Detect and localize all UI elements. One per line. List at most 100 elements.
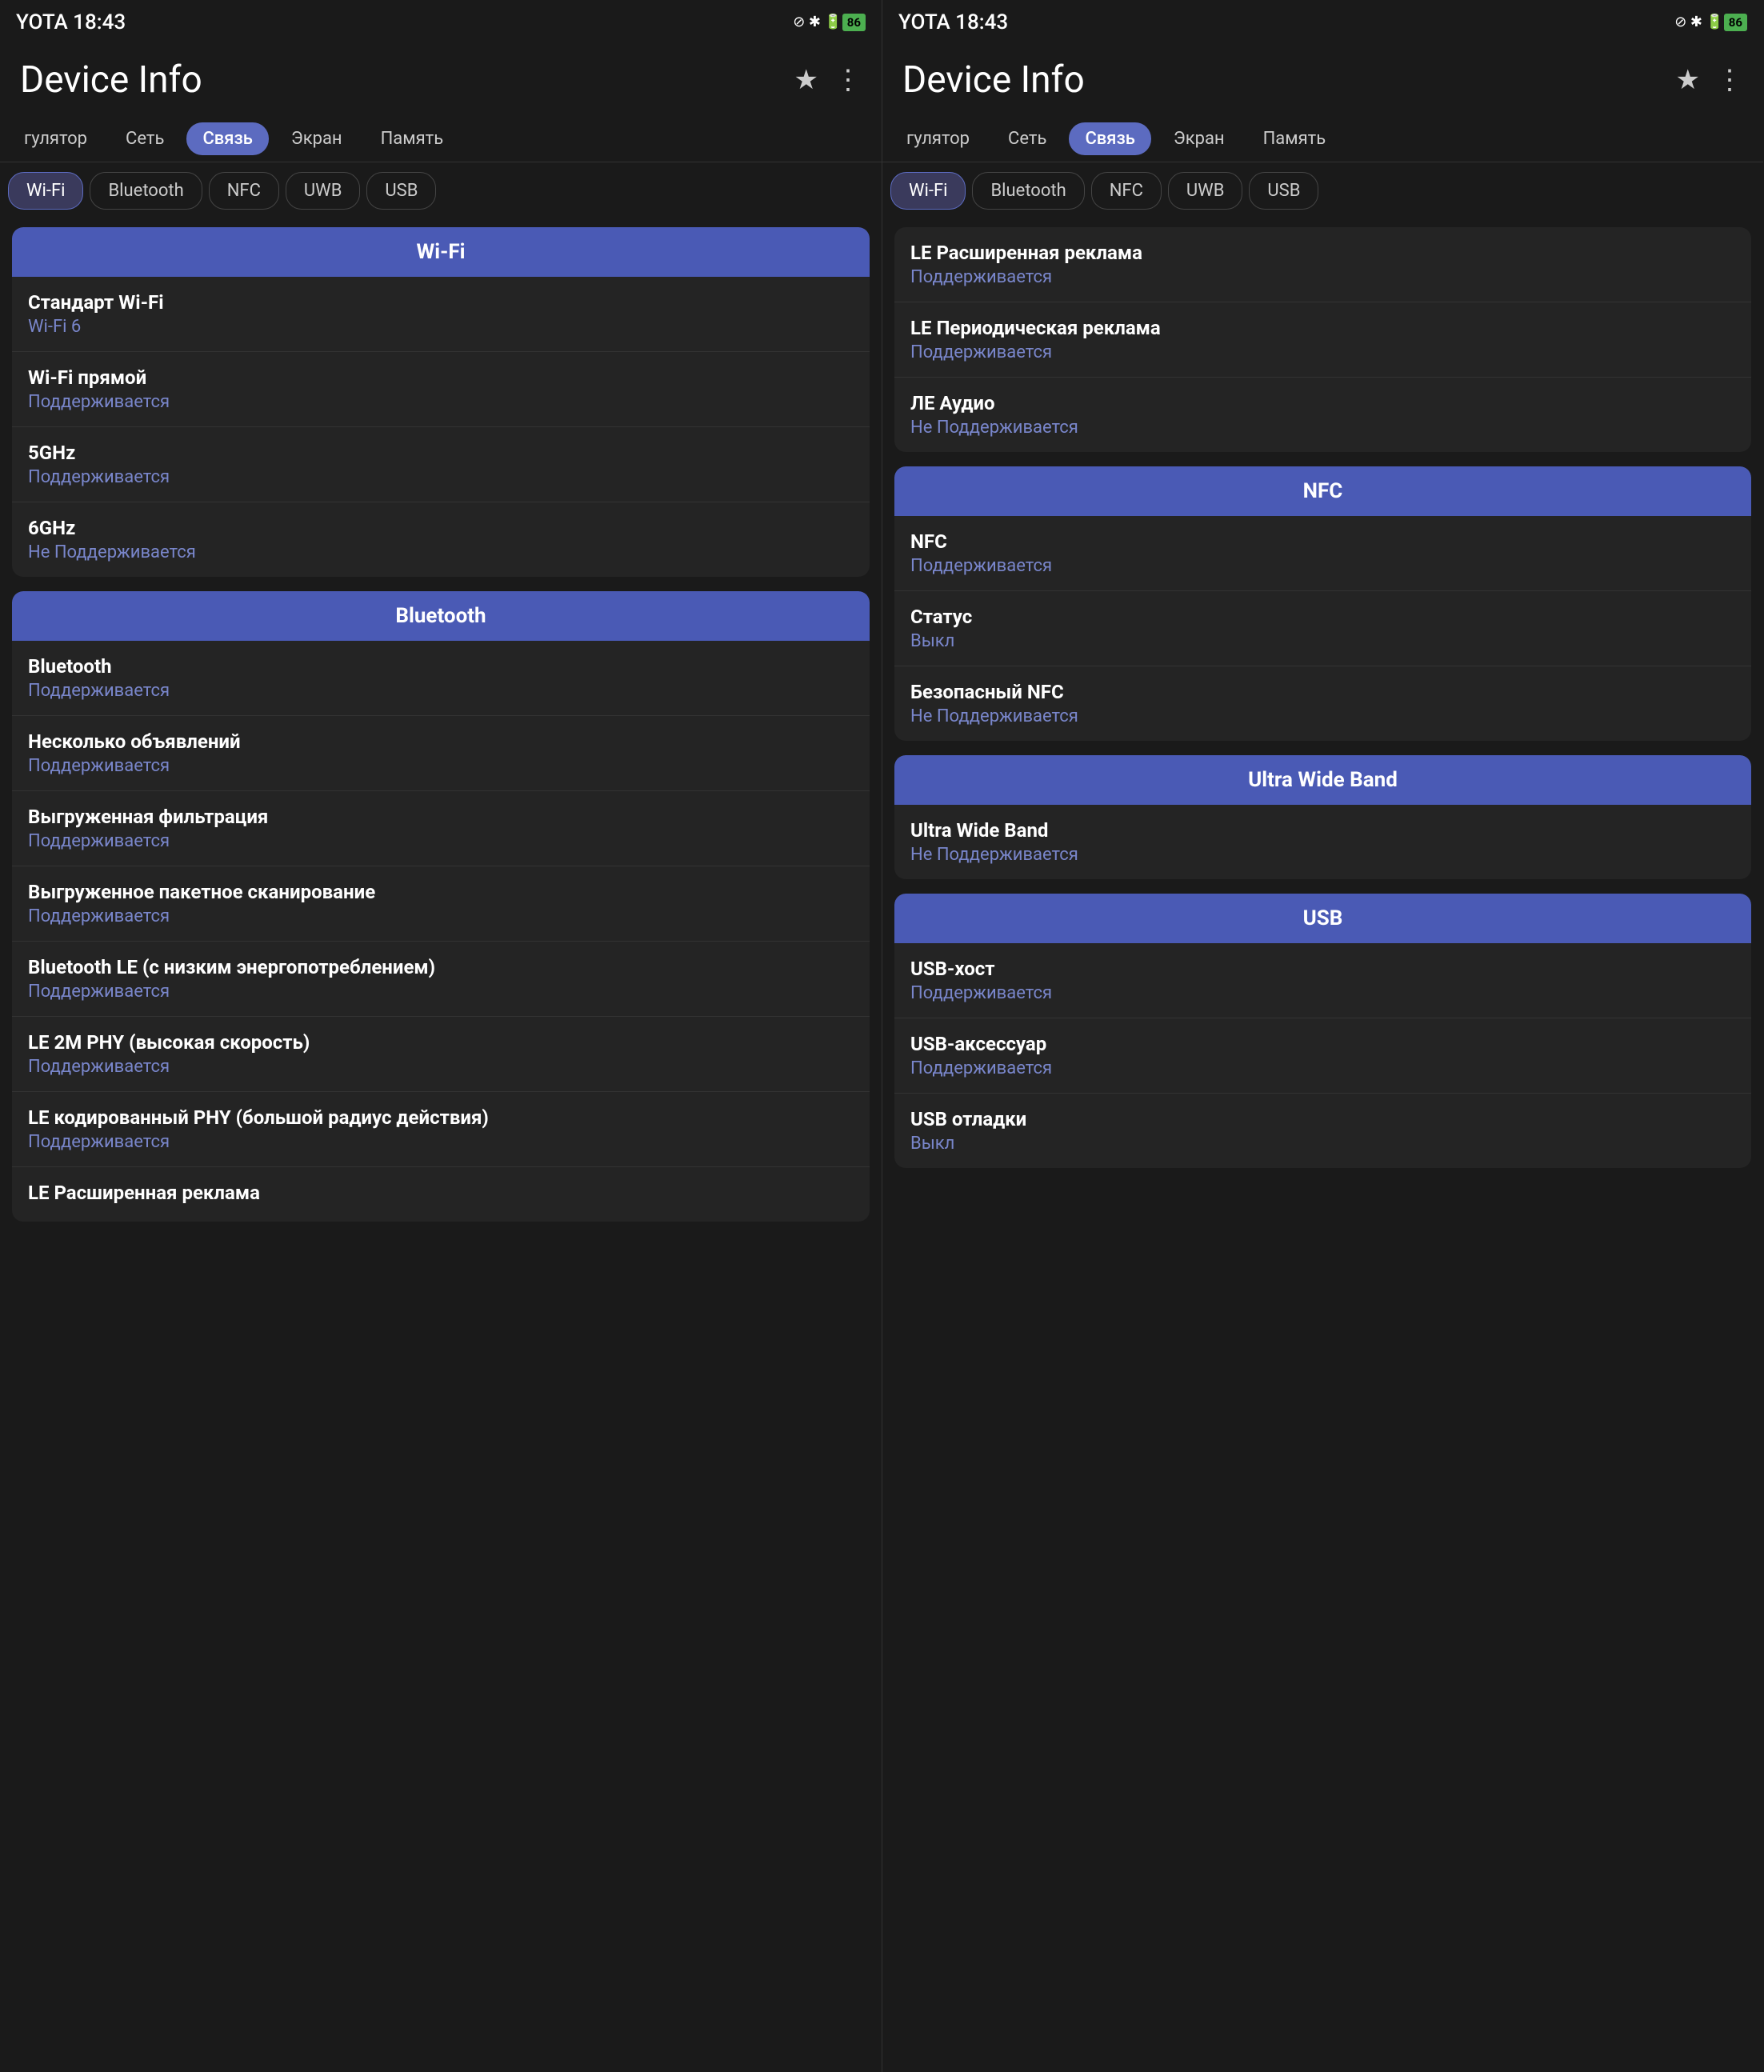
wifi-direct-value: Поддерживается — [28, 392, 854, 412]
tab-gulator-left[interactable]: гулятор — [8, 122, 103, 155]
usb-debug-value: Выкл — [910, 1134, 1735, 1154]
wifi-section-header-left: Wi-Fi — [12, 227, 870, 277]
app-title-right: Device Info — [902, 58, 1085, 102]
bt-multi-adv-label: Несколько объявлений — [28, 730, 854, 753]
usb-accessory-label: USB-аксессуар — [910, 1033, 1735, 1055]
bt-offload-filter-label: Выгруженная фильтрация — [28, 806, 854, 828]
bt-le-coded-label: LE кодированный PHY (большой радиус дейс… — [28, 1106, 854, 1129]
bt-offload-scan-label: Выгруженное пакетное сканирование — [28, 881, 854, 903]
nfc-secure-label: Безопасный NFC — [910, 681, 1735, 703]
status-time-right: YOTA 18:43 — [898, 10, 1008, 34]
bt-ext-adv-right-value: Поддерживается — [910, 267, 1735, 287]
nfc-status-label: Статус — [910, 606, 1735, 628]
usb-host-value: Поддерживается — [910, 983, 1735, 1003]
subtab-bluetooth-right[interactable]: Bluetooth — [972, 172, 1084, 210]
uwb-main-label: Ultra Wide Band — [910, 819, 1735, 842]
content-right: LE Расширенная реклама Поддерживается LE… — [882, 219, 1763, 1190]
bt-le-2m-value: Поддерживается — [28, 1057, 854, 1077]
sub-tabs-left: Wi-Fi Bluetooth NFC UWB USB — [0, 162, 882, 219]
usb-host-label: USB-хост — [910, 958, 1735, 980]
uwb-section-header: Ultra Wide Band — [894, 755, 1751, 805]
subtab-usb-left[interactable]: USB — [366, 172, 436, 210]
bt-le-item: Bluetooth LE (с низким энергопотребление… — [12, 942, 870, 1017]
usb-host-item: USB-хост Поддерживается — [894, 943, 1751, 1018]
bt-periodic-adv-value: Поддерживается — [910, 342, 1735, 362]
tab-set-right[interactable]: Сеть — [992, 122, 1062, 155]
wifi-standard-item: Стандарт Wi-Fi Wi-Fi 6 — [12, 277, 870, 352]
subtab-nfc-left[interactable]: NFC — [209, 172, 279, 210]
bt-le-label: Bluetooth LE (с низким энергопотребление… — [28, 956, 854, 978]
subtab-uwb-right[interactable]: UWB — [1168, 172, 1243, 210]
bt-le-ext-adv-label: LE Расширенная реклама — [28, 1182, 854, 1204]
bt-main-value: Поддерживается — [28, 681, 854, 701]
bt-le-2m-label: LE 2M PHY (высокая скорость) — [28, 1031, 854, 1054]
usb-accessory-value: Поддерживается — [910, 1058, 1735, 1078]
bt-offload-scan-value: Поддерживается — [28, 906, 854, 926]
bt-le-audio-item: ЛЕ Аудио Не Поддерживается — [894, 378, 1751, 452]
star-button-right[interactable]: ★ — [1676, 64, 1700, 96]
uwb-main-value: Не Поддерживается — [910, 845, 1735, 865]
star-button-left[interactable]: ★ — [794, 64, 818, 96]
subtab-uwb-left[interactable]: UWB — [286, 172, 361, 210]
bt-periodic-adv-label: LE Периодическая реклама — [910, 317, 1735, 339]
nfc-section: NFC NFC Поддерживается Статус Выкл Безоп… — [894, 466, 1751, 741]
wifi-section-left: Wi-Fi Стандарт Wi-Fi Wi-Fi 6 Wi-Fi прямо… — [12, 227, 870, 577]
bt-offload-filter-value: Поддерживается — [28, 831, 854, 851]
bt-multi-adv-item: Несколько объявлений Поддерживается — [12, 716, 870, 791]
bt-offload-scan-item: Выгруженное пакетное сканирование Поддер… — [12, 866, 870, 942]
bluetooth-continued-section: LE Расширенная реклама Поддерживается LE… — [894, 227, 1751, 452]
bt-le-audio-value: Не Поддерживается — [910, 418, 1735, 438]
status-time-left: YOTA 18:43 — [16, 10, 126, 34]
usb-debug-item: USB отладки Выкл — [894, 1094, 1751, 1168]
tab-screen-left[interactable]: Экран — [275, 122, 358, 155]
subtab-nfc-right[interactable]: NFC — [1091, 172, 1162, 210]
sub-tabs-right: Wi-Fi Bluetooth NFC UWB USB — [882, 162, 1763, 219]
bt-ext-adv-right-item: LE Расширенная реклама Поддерживается — [894, 227, 1751, 302]
subtab-wifi-left[interactable]: Wi-Fi — [8, 172, 83, 210]
bt-le-audio-label: ЛЕ Аудио — [910, 392, 1735, 414]
menu-button-left[interactable]: ⋮ — [834, 64, 862, 96]
battery-badge-left: 86 — [842, 14, 866, 31]
uwb-section: Ultra Wide Band Ultra Wide Band Не Подде… — [894, 755, 1751, 879]
nfc-secure-value: Не Поддерживается — [910, 706, 1735, 726]
tab-svyaz-right[interactable]: Связь — [1069, 122, 1150, 155]
usb-section: USB USB-хост Поддерживается USB-аксессуа… — [894, 894, 1751, 1168]
app-title-left: Device Info — [20, 58, 202, 102]
wifi-5ghz-label: 5GHz — [28, 442, 854, 464]
status-bar-right: YOTA 18:43 ⊘ ✱ 🔋86 — [882, 0, 1763, 44]
tab-memory-left[interactable]: Память — [365, 122, 460, 155]
app-bar-right: Device Info ★ ⋮ — [882, 44, 1763, 116]
subtab-wifi-right[interactable]: Wi-Fi — [890, 172, 966, 210]
usb-section-header: USB — [894, 894, 1751, 943]
wifi-direct-label: Wi-Fi прямой — [28, 366, 854, 389]
usb-debug-label: USB отладки — [910, 1108, 1735, 1130]
bt-periodic-adv-item: LE Периодическая реклама Поддерживается — [894, 302, 1751, 378]
tab-screen-right[interactable]: Экран — [1158, 122, 1241, 155]
bt-le-2m-item: LE 2M PHY (высокая скорость) Поддерживае… — [12, 1017, 870, 1092]
tab-gulator-right[interactable]: гулятор — [890, 122, 986, 155]
signal-icons-left: ⊘ ✱ 🔋86 — [793, 14, 866, 30]
menu-button-right[interactable]: ⋮ — [1716, 64, 1743, 96]
nfc-main-value: Поддерживается — [910, 556, 1735, 576]
nfc-main-item: NFC Поддерживается — [894, 516, 1751, 591]
wifi-6ghz-value: Не Поддерживается — [28, 542, 854, 562]
wifi-direct-item: Wi-Fi прямой Поддерживается — [12, 352, 870, 427]
tab-set-left[interactable]: Сеть — [110, 122, 180, 155]
nfc-status-item: Статус Выкл — [894, 591, 1751, 666]
tab-svyaz-left[interactable]: Связь — [186, 122, 268, 155]
top-tabs-left: гулятор Сеть Связь Экран Память — [0, 116, 882, 162]
usb-accessory-item: USB-аксессуар Поддерживается — [894, 1018, 1751, 1094]
app-bar-icons-left: ★ ⋮ — [794, 64, 862, 96]
wifi-standard-value: Wi-Fi 6 — [28, 317, 854, 337]
top-tabs-right: гулятор Сеть Связь Экран Память — [882, 116, 1763, 162]
subtab-bluetooth-left[interactable]: Bluetooth — [90, 172, 202, 210]
bt-le-value: Поддерживается — [28, 982, 854, 1002]
status-bar-left: YOTA 18:43 ⊘ ✱ 🔋86 — [0, 0, 882, 44]
nfc-section-header: NFC — [894, 466, 1751, 516]
wifi-5ghz-value: Поддерживается — [28, 467, 854, 487]
content-left: Wi-Fi Стандарт Wi-Fi Wi-Fi 6 Wi-Fi прямо… — [0, 219, 882, 1244]
tab-memory-right[interactable]: Память — [1247, 122, 1342, 155]
bt-le-coded-item: LE кодированный PHY (большой радиус дейс… — [12, 1092, 870, 1167]
bt-ext-adv-right-label: LE Расширенная реклама — [910, 242, 1735, 264]
subtab-usb-right[interactable]: USB — [1249, 172, 1318, 210]
